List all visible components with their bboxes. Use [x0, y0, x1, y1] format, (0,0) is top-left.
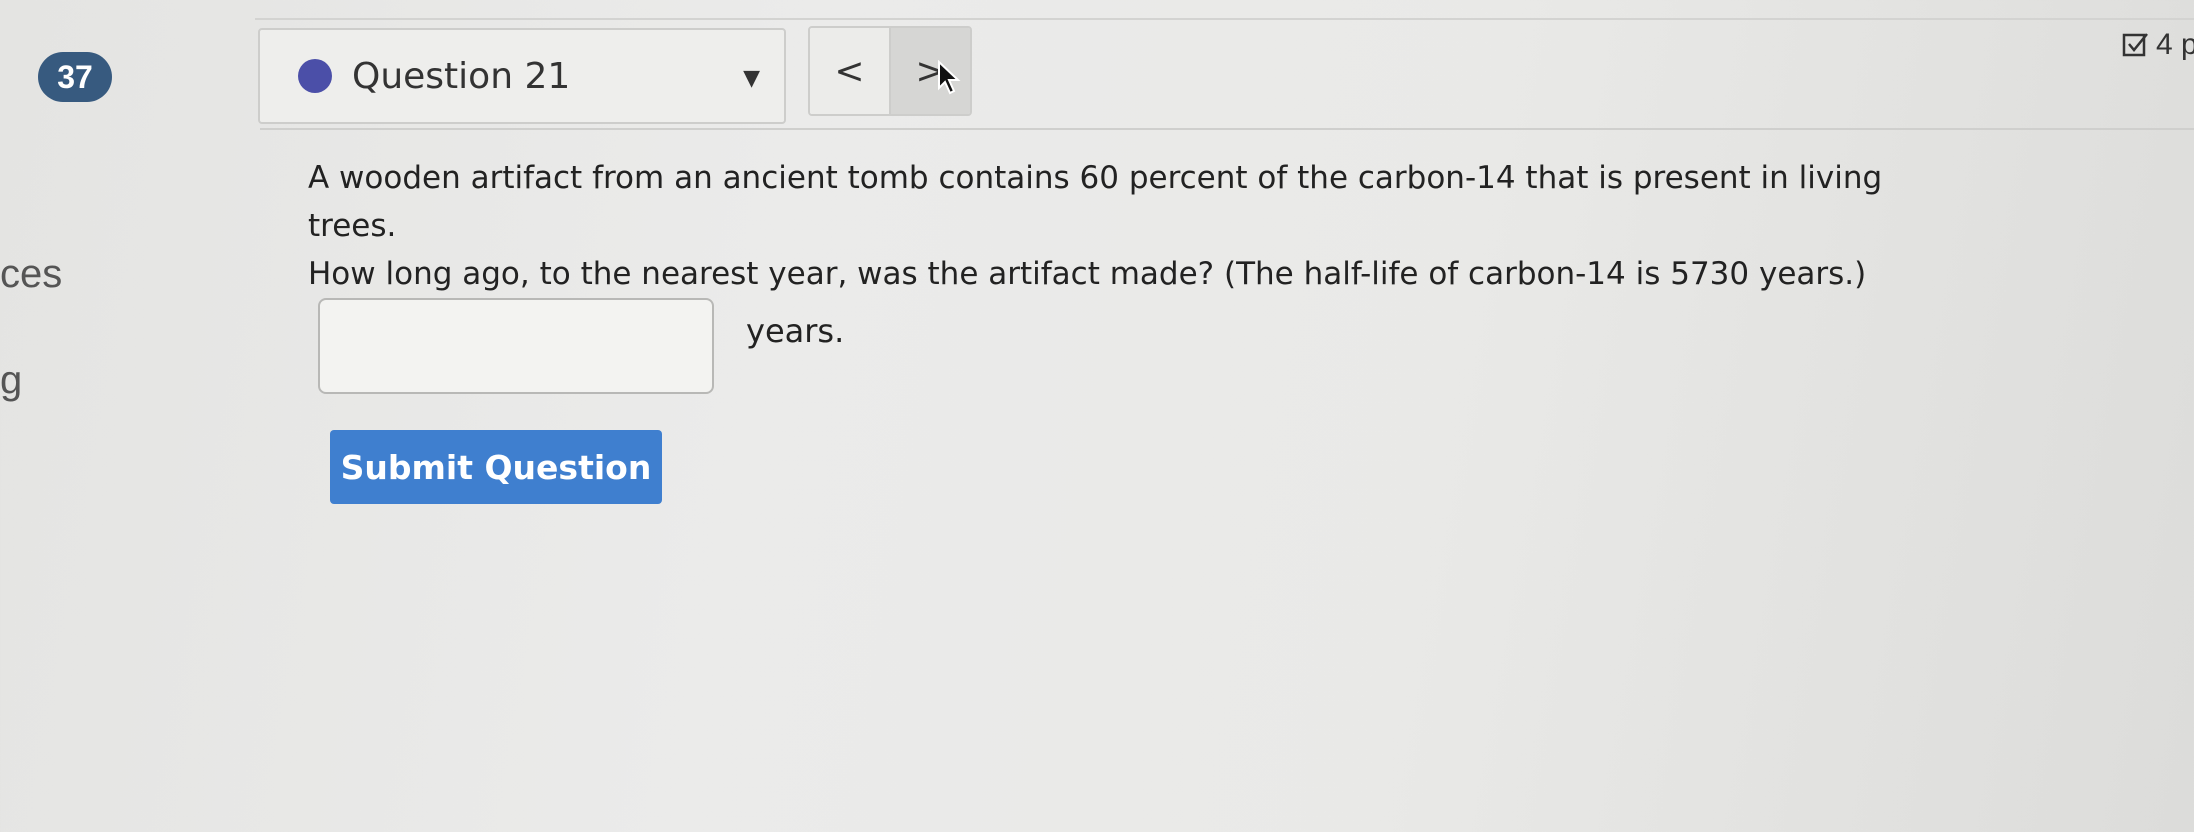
sidebar-partial-label[interactable]: ces — [0, 252, 62, 297]
next-question-button[interactable]: > — [889, 28, 970, 114]
top-divider — [255, 18, 2194, 20]
question-line-1: A wooden artifact from an ancient tomb c… — [308, 160, 1883, 244]
answer-input[interactable] — [318, 298, 714, 394]
mouse-cursor-icon — [938, 60, 961, 95]
question-select-label: Question 21 — [352, 55, 571, 97]
points-indicator: 4 p — [2122, 28, 2194, 62]
unit-label: years. — [746, 312, 845, 350]
question-prompt: A wooden artifact from an ancient tomb c… — [308, 154, 1908, 298]
sidebar-partial-label-2[interactable]: g — [0, 358, 22, 403]
caret-down-icon: ▼ — [743, 66, 760, 91]
nav-divider — [260, 128, 2194, 130]
submit-question-button[interactable]: Submit Question — [330, 430, 662, 504]
count-badge: 37 — [38, 52, 112, 102]
question-line-2: How long ago, to the nearest year, was t… — [308, 256, 1867, 292]
previous-question-button[interactable]: < — [810, 28, 889, 114]
question-select[interactable]: Question 21 ▼ — [258, 28, 786, 124]
status-dot — [298, 59, 332, 93]
points-label: 4 p — [2156, 28, 2194, 61]
checkbox-check-icon — [2122, 33, 2148, 57]
question-nav: < > — [808, 26, 972, 116]
